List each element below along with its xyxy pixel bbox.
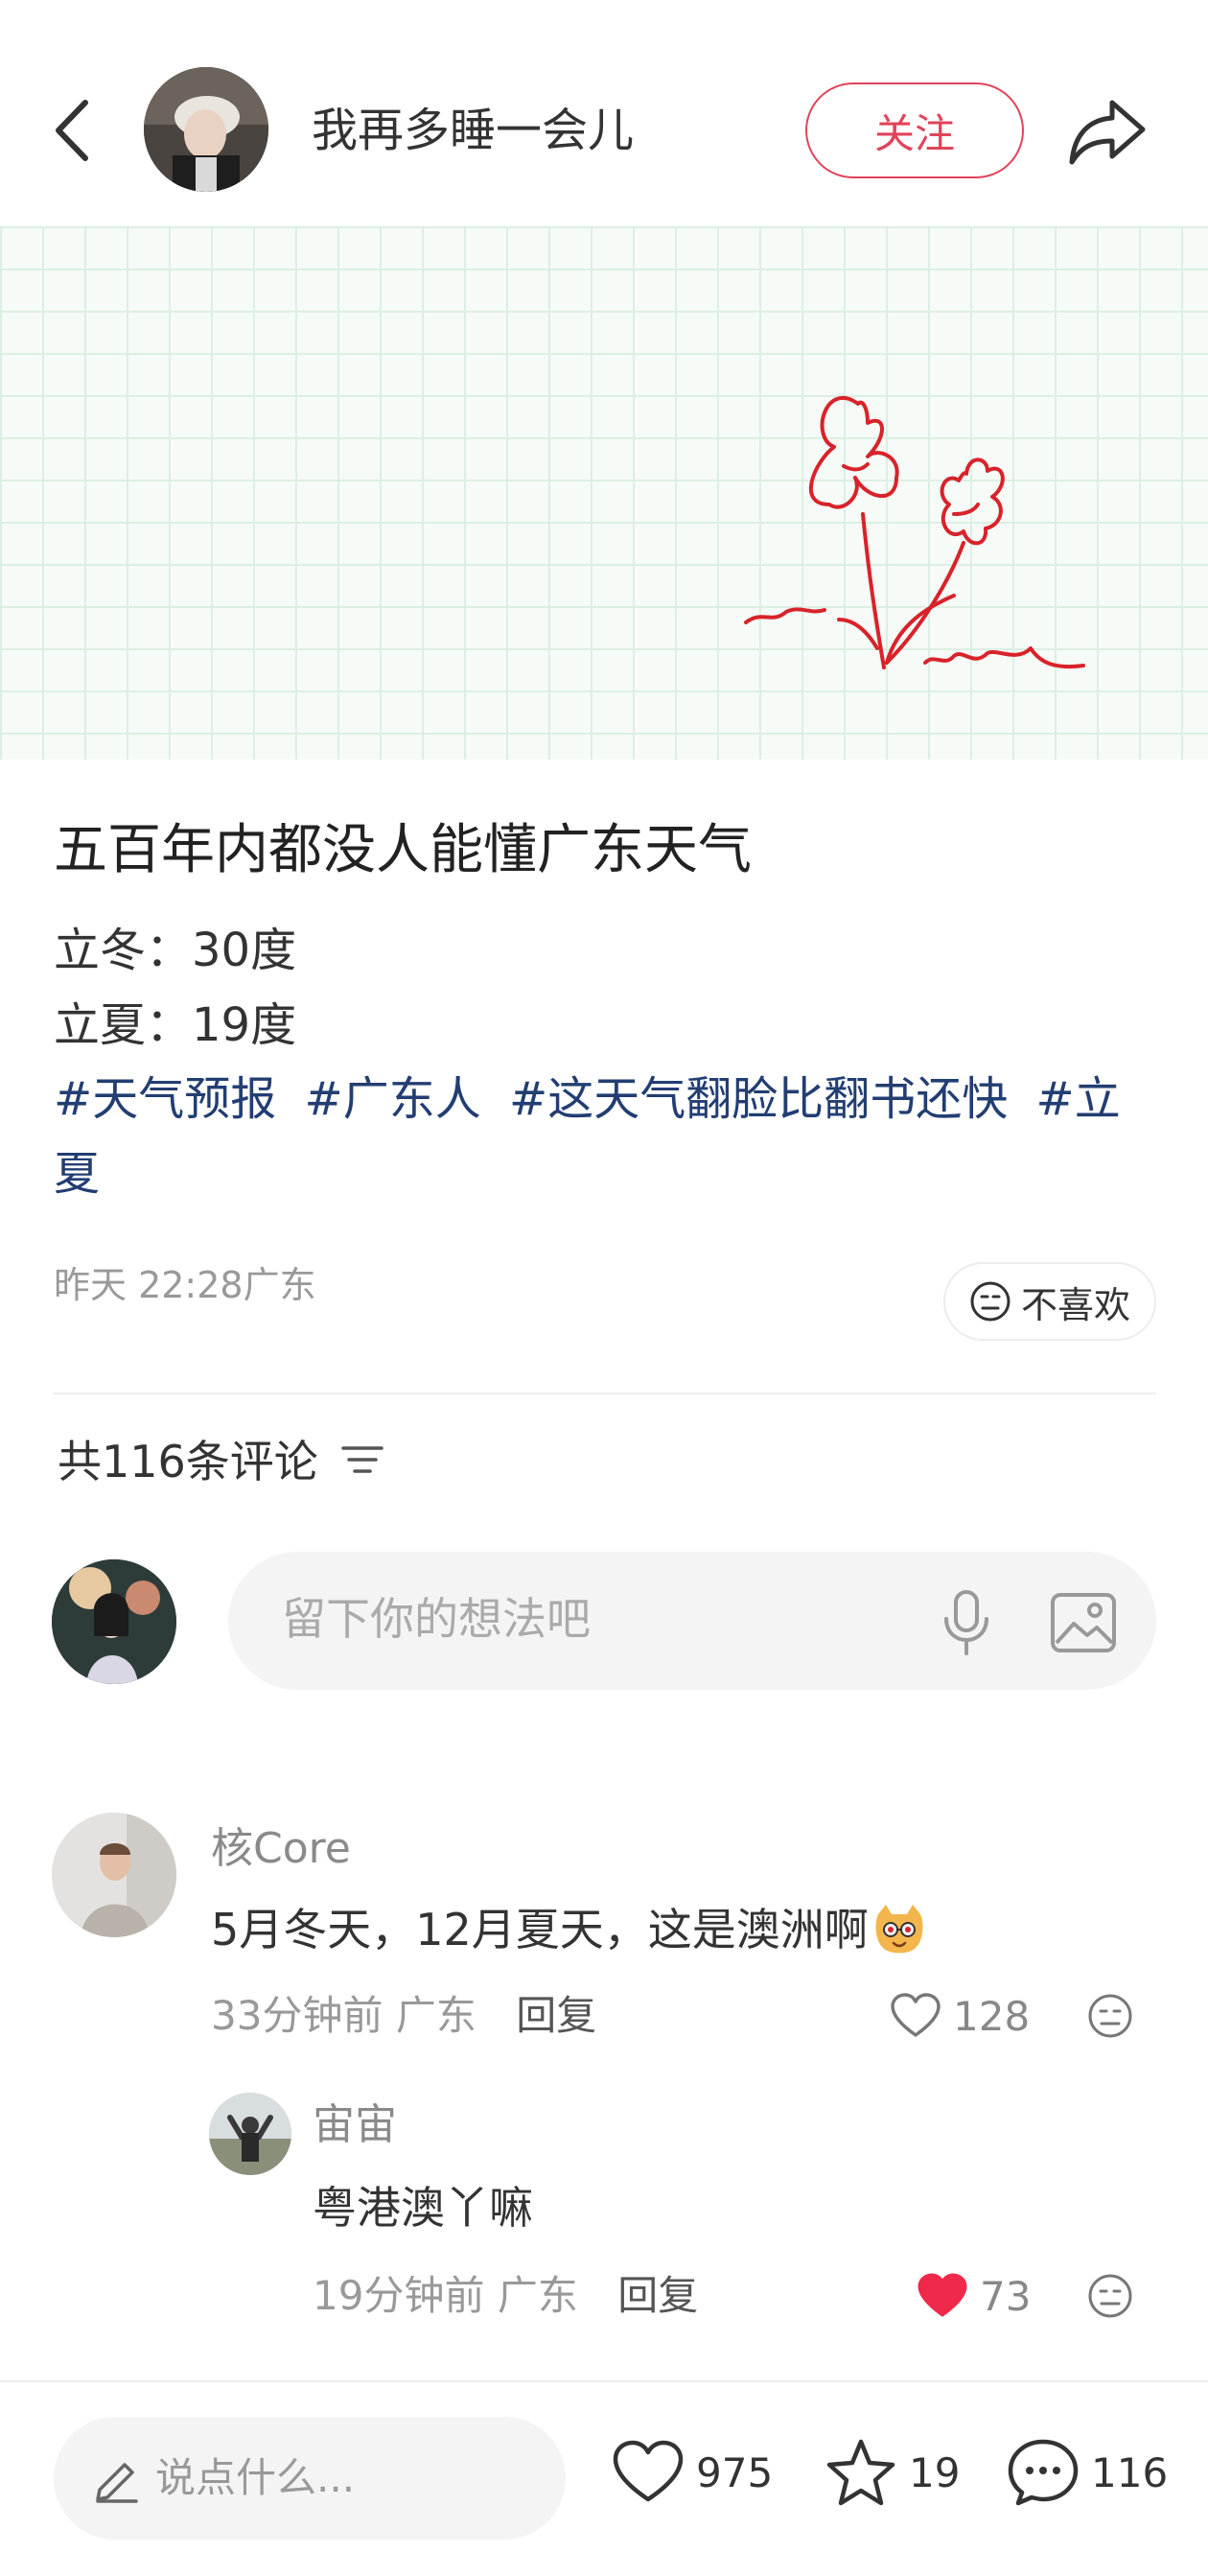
bottom-action-bar: 说点什么... 975 19 116: [0, 2382, 1208, 2576]
hashtag[interactable]: #广东人: [305, 1072, 481, 1126]
comment-count-label: 共116条评论: [58, 1436, 318, 1487]
sort-button[interactable]: [341, 1433, 383, 1490]
heart-icon: [891, 1993, 941, 2037]
back-button[interactable]: [38, 92, 105, 169]
chevron-left-icon: [56, 100, 88, 161]
comment-text: 粤港澳丫嘛: [313, 2182, 533, 2234]
meh-face-icon: [1088, 1994, 1132, 2038]
hashtag[interactable]: #这天气翻脸比翻书还快: [509, 1072, 1008, 1126]
author-avatar[interactable]: [144, 67, 268, 192]
hashtag[interactable]: #天气预报: [54, 1072, 276, 1126]
collect-button[interactable]: 19: [825, 2434, 960, 2511]
dislike-button[interactable]: 不喜欢: [943, 1262, 1156, 1341]
commenter-avatar[interactable]: [209, 2093, 291, 2175]
image-icon: [1051, 1593, 1116, 1652]
comment-text-content: 5月冬天，12月夏天，这是澳洲啊: [211, 1904, 869, 1955]
commenter-name[interactable]: 宙宙: [313, 2096, 397, 2154]
comment-location: 广东: [395, 1992, 476, 2039]
note-image[interactable]: [0, 226, 1208, 760]
my-avatar: [52, 1559, 176, 1684]
top-bar: 我再多睡一会儿 关注: [0, 0, 1208, 226]
like-button[interactable]: 975: [612, 2434, 773, 2511]
comment-like-button[interactable]: 128: [890, 1987, 1030, 2045]
comment-dislike-button[interactable]: [1083, 2269, 1137, 2323]
note-time: 昨天 22:28: [54, 1264, 244, 1306]
comment-input-placeholder: 留下你的想法吧: [282, 1593, 591, 1645]
note-title: 五百年内都没人能懂广东天气: [54, 819, 752, 881]
chat-bubble-icon: [1008, 2439, 1079, 2506]
meh-face-icon: [970, 1281, 1011, 1322]
author-name[interactable]: 我再多睡一会儿: [312, 98, 634, 163]
like-count: 975: [696, 2448, 774, 2496]
meh-face-icon: [1088, 2274, 1132, 2318]
comment-time: 33分钟前: [211, 1992, 383, 2039]
comment-dislike-button[interactable]: [1083, 1989, 1137, 2043]
commenter-name[interactable]: 核Core: [211, 1820, 351, 1878]
star-icon: [826, 2439, 895, 2506]
heart-icon: [918, 2273, 967, 2317]
collect-count: 19: [909, 2448, 961, 2496]
comment-like-count: 128: [953, 1992, 1031, 2040]
comment-input[interactable]: 留下你的想法吧: [228, 1552, 1156, 1690]
heart-icon: [613, 2440, 684, 2502]
comment-like-button[interactable]: 73: [917, 2267, 1031, 2325]
reply-button[interactable]: 回复: [516, 1992, 596, 2039]
say-something-input[interactable]: 说点什么...: [54, 2417, 566, 2540]
flower-doodle: [744, 395, 1085, 669]
comment-location: 广东: [497, 2272, 578, 2319]
divider: [54, 1393, 1156, 1394]
comment-count: 共116条评论: [58, 1433, 383, 1490]
comment-total-count: 116: [1091, 2448, 1169, 2496]
commenter-avatar[interactable]: [52, 1813, 176, 1937]
share-button[interactable]: [1064, 88, 1150, 175]
note-body-line: 立冬：30度: [54, 924, 297, 977]
note-location: 广东: [243, 1264, 316, 1306]
comment-text: 5月冬天，12月夏天，这是澳洲啊: [211, 1899, 926, 1970]
image-input-button[interactable]: [1045, 1584, 1122, 1661]
note-tags: #天气预报 #广东人 #这天气翻脸比翻书还快 #立夏: [54, 1062, 1156, 1211]
sort-lines-icon: [341, 1446, 383, 1473]
comment-button[interactable]: 116: [1007, 2434, 1168, 2511]
share-arrow-icon: [1069, 100, 1146, 165]
note-meta: 昨天 22:28广东: [54, 1258, 316, 1312]
comment-time: 19分钟前: [313, 2272, 485, 2319]
voice-input-button[interactable]: [928, 1584, 1005, 1661]
microphone-icon: [944, 1590, 988, 1655]
comment-like-count: 73: [980, 2272, 1032, 2320]
say-something-placeholder: 说点什么...: [155, 2454, 356, 2501]
comment-meta: 19分钟前 广东 回复: [313, 2267, 698, 2325]
follow-button[interactable]: 关注: [805, 82, 1024, 178]
cat-emoji-icon: [872, 1901, 926, 1970]
note-body-line: 立夏：19度: [54, 998, 297, 1052]
comment-meta: 33分钟前 广东 回复: [211, 1987, 596, 2045]
reply-button[interactable]: 回复: [617, 2272, 698, 2319]
pencil-icon: [96, 2463, 138, 2503]
dislike-label: 不喜欢: [1020, 1283, 1130, 1326]
